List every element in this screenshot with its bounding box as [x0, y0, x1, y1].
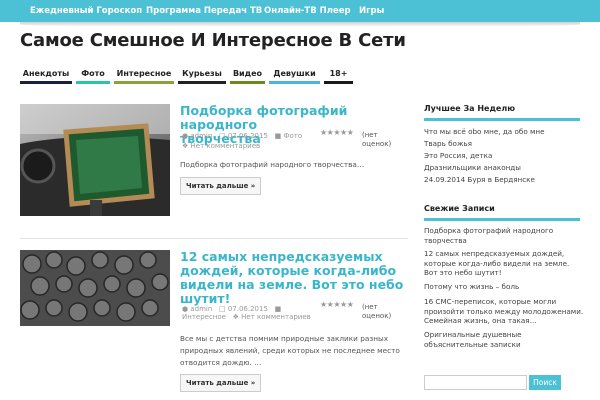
- car-dashboard-photo: [20, 104, 170, 216]
- user-icon: ●: [182, 132, 189, 140]
- excerpt-line: отводится дождю. …: [180, 358, 262, 367]
- category-curiosities[interactable]: Курьезы: [178, 66, 226, 84]
- post-author[interactable]: admin: [190, 132, 212, 140]
- best-week-item[interactable]: Дразнильщики анаконды: [424, 163, 590, 173]
- widget-title-underline: [424, 118, 580, 121]
- post-excerpt: Все мы с детства помним природные заклик…: [180, 333, 410, 369]
- rating-text: (нет оценок): [362, 303, 402, 321]
- post-title-line: Подборка фотографий народного: [180, 103, 348, 132]
- recent-post-line: которые когда-либо видели на земле.: [424, 258, 570, 268]
- post-category[interactable]: Фото: [283, 132, 302, 140]
- topnav-item-tv-program[interactable]: Программа Передач ТВ: [146, 0, 262, 22]
- search-button[interactable]: Поиск: [529, 375, 561, 390]
- excerpt-line: Подборка фотографий народного творчества…: [180, 160, 365, 169]
- recent-post-line: творчества: [424, 235, 467, 245]
- recent-post-line: Подборка фотографий народного: [424, 226, 554, 235]
- post-date: 07.06.2015: [227, 132, 268, 140]
- read-more-button[interactable]: Читать дальше »: [180, 177, 262, 195]
- recent-post-line: 16 СМС-переписок, которые могли: [424, 297, 557, 306]
- rating-text-line: оценок): [362, 140, 392, 148]
- search-input[interactable]: [424, 375, 527, 390]
- recent-post-line: Семейная жизнь, она такая…: [424, 316, 537, 325]
- recent-post-line: объяснительные записки: [424, 339, 521, 349]
- category-label: Интересное: [116, 69, 172, 78]
- recent-post-item[interactable]: Потому что жизнь – боль: [424, 282, 590, 292]
- post-excerpt: Подборка фотографий народного творчества…: [180, 159, 408, 171]
- comment-icon: ❖: [182, 142, 189, 150]
- category-label: Девушки: [273, 69, 316, 78]
- recent-post-line: произойти только между молодоженами.: [424, 306, 584, 316]
- recent-post-item[interactable]: Подборка фотографий народного творчества: [424, 226, 590, 245]
- topnav-item-games[interactable]: Игры: [359, 0, 384, 22]
- category-photo[interactable]: Фото: [76, 66, 110, 84]
- post-title-line: видели на земле. Вот это небо: [180, 277, 404, 292]
- recent-post-item[interactable]: 16 СМС-переписок, которые могли произойт…: [424, 297, 590, 326]
- category-color-bar: [20, 81, 72, 84]
- category-label: Анекдоты: [22, 69, 70, 78]
- recent-post-line: Вот это небо шутит!: [424, 268, 502, 277]
- category-color-bar: [324, 81, 353, 84]
- rating-text: (нет оценок): [362, 131, 402, 149]
- topnav-item-horoscope[interactable]: Ежедневный Гороскоп: [30, 0, 142, 22]
- category-adult[interactable]: 18+: [324, 66, 353, 84]
- rating-stars[interactable]: ★★★★★: [320, 300, 354, 309]
- rating-text-line: оценок): [362, 312, 392, 320]
- coins-photo: [20, 250, 170, 326]
- excerpt-line: Все мы с детства помним природные заклик…: [180, 334, 389, 343]
- category-color-bar: [76, 81, 110, 84]
- category-color-bar: [230, 81, 265, 84]
- read-more-button[interactable]: Читать дальше »: [180, 374, 262, 392]
- post-title-link[interactable]: 12 самых непредсказуемых дождей, которые…: [180, 250, 412, 306]
- post-thumbnail[interactable]: [20, 250, 170, 326]
- calendar-icon: □: [218, 132, 226, 140]
- widget-title-underline: [424, 218, 580, 221]
- category-label: Видео: [232, 69, 263, 78]
- category-label: 18+: [329, 69, 348, 78]
- category-girls[interactable]: Девушки: [269, 66, 320, 84]
- recent-post-item[interactable]: 12 самых непредсказуемых дождей, которые…: [424, 249, 590, 278]
- widget-title-recent-posts: Свежие Записи: [424, 204, 495, 213]
- site-title[interactable]: Самое Смешное И Интересное В Сети: [20, 30, 406, 51]
- post-meta: ● admin □ 07.06.2015 ■ Фото: [182, 131, 302, 141]
- recent-post-line: Оригинальные душевные: [424, 330, 522, 339]
- post-separator: [20, 238, 408, 239]
- category-label: Курьезы: [182, 69, 222, 78]
- category-color-bar: [178, 81, 226, 84]
- excerpt-line: природных явлений, среди которых не посл…: [180, 346, 400, 355]
- recent-post-line: 12 самых непредсказуемых дождей,: [424, 249, 565, 258]
- post-meta-line-2: Интересное ❖ Нет комментариев: [182, 312, 311, 322]
- post-title-line: 12 самых непредсказуемых: [180, 249, 383, 264]
- category-color-bar: [114, 81, 174, 84]
- post-title-line: дождей, которые когда-либо: [180, 263, 397, 278]
- rating-stars[interactable]: ★★★★★: [320, 128, 354, 137]
- best-week-item[interactable]: 24.09.2014 Буря в Бердянске: [424, 175, 590, 185]
- post-comments-count: Нет комментариев: [190, 142, 261, 150]
- post-comments-count[interactable]: Нет комментариев: [241, 313, 311, 321]
- topnav-item-tv-player[interactable]: Онлайн-ТВ Плеер: [264, 0, 351, 22]
- category-label: Фото: [81, 69, 105, 78]
- best-week-item[interactable]: Это Россия, детка: [424, 151, 590, 161]
- post-thumbnail[interactable]: [20, 104, 170, 216]
- best-week-item[interactable]: Что мы всё оbо мне, да обо мне: [424, 127, 590, 137]
- post-comments[interactable]: ❖ Нет комментариев: [182, 141, 260, 151]
- category-video[interactable]: Видео: [230, 66, 265, 84]
- category-color-bar: [269, 81, 320, 84]
- recent-post-line: Потому что жизнь – боль: [424, 282, 520, 291]
- category-anecdotes[interactable]: Анекдоты: [20, 66, 72, 84]
- folder-icon: ■: [274, 132, 282, 140]
- topbar-shadow: [20, 22, 580, 27]
- post-category[interactable]: Интересное: [182, 313, 226, 321]
- widget-title-best-week: Лучшее За Неделю: [424, 104, 515, 113]
- recent-post-item[interactable]: Оригинальные душевные объяснительные зап…: [424, 330, 590, 349]
- rating-text-line: (нет: [362, 303, 378, 311]
- best-week-item[interactable]: Тварь божья: [424, 139, 590, 149]
- top-navigation-bar: Ежедневный Гороскоп Программа Передач ТВ…: [0, 0, 600, 22]
- comment-icon: ❖: [232, 313, 239, 321]
- category-interesting[interactable]: Интересное: [114, 66, 174, 84]
- rating-text-line: (нет: [362, 131, 378, 139]
